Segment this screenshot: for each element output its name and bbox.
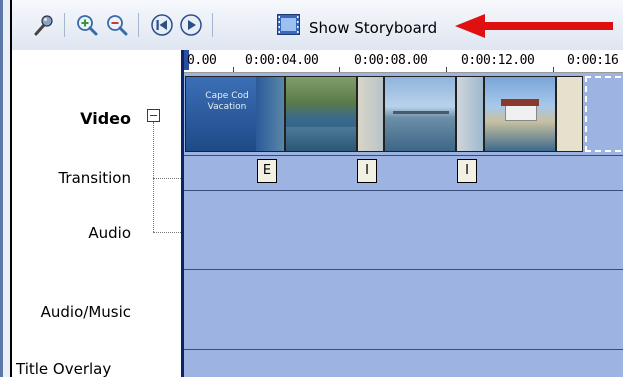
video-clip-title[interactable]: Cape Cod Vacation <box>185 76 285 152</box>
track-label-audio: Audio <box>88 224 131 242</box>
toolbar-separator <box>138 13 139 37</box>
ruler-tick-label: 0:00:12.00 <box>461 53 535 68</box>
video-clip-transition-fade[interactable] <box>357 76 384 152</box>
track-divider <box>181 190 623 191</box>
video-clip-house[interactable] <box>484 76 556 152</box>
timeline-tracks[interactable]: Cape Cod Vacation E I I <box>181 73 623 377</box>
track-label-title-overlay: Title Overlay <box>16 360 112 378</box>
video-clip-transition-fade[interactable] <box>456 76 484 152</box>
show-storyboard-label[interactable]: Show Storyboard <box>309 19 437 37</box>
empty-clip-placeholder <box>585 76 621 152</box>
collapse-video-icon[interactable] <box>147 109 160 122</box>
narrate-microphone-icon[interactable] <box>30 12 56 38</box>
zoom-out-icon[interactable] <box>104 12 130 38</box>
ruler-tick-label: 0:00:16 <box>567 53 619 68</box>
video-clip-bridge[interactable] <box>384 76 456 152</box>
track-labels-panel: Video Transition Audio Audio/Music Title… <box>12 50 181 378</box>
zoom-in-icon[interactable] <box>74 12 100 38</box>
storyboard-film-icon <box>277 14 300 35</box>
tree-connector <box>153 232 181 234</box>
ruler-tick <box>339 67 340 72</box>
transition-marker[interactable]: I <box>357 159 377 183</box>
timeline-ruler[interactable]: 0.00 0:00:04.00 0:00:08.00 0:00:12.00 0:… <box>181 50 623 73</box>
track-divider <box>181 269 623 270</box>
tree-connector <box>153 122 155 232</box>
track-divider <box>181 155 623 156</box>
timeline-toolbar: Show Storyboard <box>12 0 623 51</box>
ruler-tick-label: 0:00:04.00 <box>245 53 319 68</box>
left-panel-gap <box>3 0 10 377</box>
track-label-transition: Transition <box>58 169 131 187</box>
timeline-left-edge <box>181 50 184 377</box>
tree-connector <box>153 178 181 180</box>
ruler-tick <box>553 67 554 72</box>
toolbar-separator <box>212 13 213 37</box>
transition-marker[interactable]: E <box>257 159 277 183</box>
red-arrow-annotation <box>455 14 615 38</box>
ruler-tick-label: 0:00:08.00 <box>354 53 428 68</box>
rewind-icon[interactable] <box>149 12 175 38</box>
track-label-video: Video <box>80 109 131 128</box>
ruler-tick-label: 0.00 <box>187 53 217 68</box>
transition-marker[interactable]: I <box>457 159 477 183</box>
play-icon[interactable] <box>178 12 204 38</box>
video-clip-end[interactable] <box>556 76 583 152</box>
track-divider <box>181 349 623 350</box>
clip-title-text: Cape Cod Vacation <box>205 91 249 112</box>
ruler-tick <box>446 67 447 72</box>
toolbar-separator <box>64 13 65 37</box>
track-label-audio-music: Audio/Music <box>40 303 131 321</box>
video-clip-coast[interactable] <box>285 76 357 152</box>
ruler-tick <box>233 67 234 72</box>
